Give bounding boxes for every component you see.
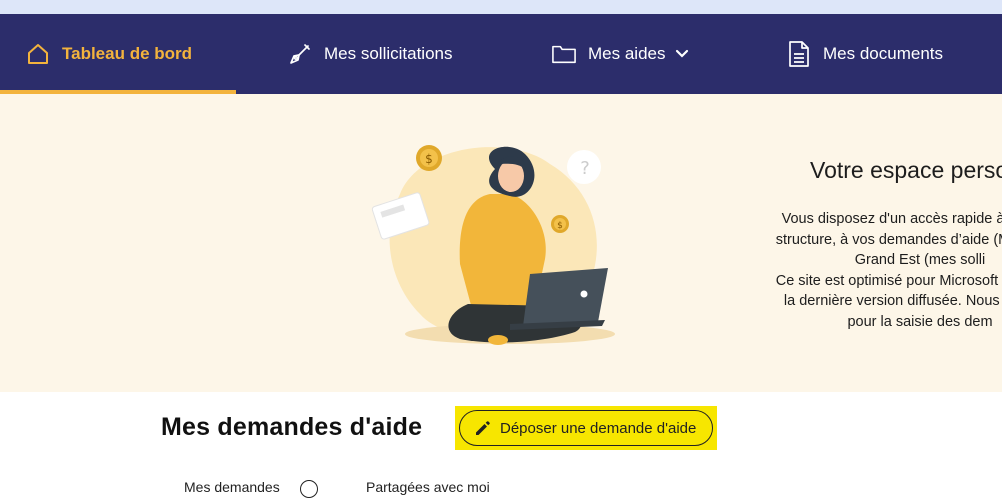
section-title-mes-demandes: Mes demandes d'aide: [161, 413, 423, 441]
home-icon: [26, 42, 50, 66]
welcome-text-line: la dernière version diffusée. Nous recom…: [783, 293, 1002, 309]
woman-laptop-illustration: $ $ ?: [371, 145, 615, 345]
nav-item-mes-aides[interactable]: Mes aides: [552, 14, 689, 94]
focus-highlight: Déposer une demande d'aide: [455, 406, 717, 450]
svg-text:$: $: [557, 221, 563, 231]
tab-mes-demandes[interactable]: Mes demandes: [184, 479, 280, 495]
deposit-request-label: Déposer une demande d'aide: [500, 419, 697, 437]
nav-item-label: Tableau de bord: [62, 44, 193, 63]
top-banner-strip: [0, 0, 1002, 14]
info-icon[interactable]: [300, 480, 318, 498]
nav-item-label: Mes sollicitations: [324, 44, 453, 63]
welcome-text-line: Ce site est optimisé pour Microsoft Edge…: [775, 272, 1002, 289]
svg-text:?: ?: [580, 158, 590, 179]
folder-icon: [552, 42, 576, 66]
tab-partagees-avec-moi[interactable]: Partagées avec moi: [366, 479, 490, 495]
welcome-hero: $ $ ? Votre espace perso Vous disposez d…: [0, 94, 1002, 392]
nav-item-label: Mes documents: [823, 44, 943, 63]
nav-item-mes-sollicitations[interactable]: Mes sollicitations: [288, 14, 453, 94]
welcome-text-line: pour la saisie des dem: [847, 313, 993, 330]
chevron-down-icon[interactable]: [675, 49, 689, 59]
pen-nib-icon: [288, 42, 312, 66]
nav-item-tableau-de-bord[interactable]: Tableau de bord: [0, 14, 237, 94]
welcome-title: Votre espace perso: [810, 157, 1002, 183]
nav-item-mes-documents[interactable]: Mes documents: [787, 14, 943, 94]
welcome-text-line: Grand Est (mes solli: [854, 252, 986, 268]
welcome-text-line: structure, à vos demandes d’aide (Mes ai…: [775, 231, 1002, 248]
welcome-text: Vous disposez d'un accès rapide à vos in…: [700, 209, 1002, 332]
welcome-text-line: Vous disposez d'un accès rapide à vos in…: [781, 211, 1002, 227]
pencil-icon: [474, 419, 492, 437]
document-icon: [787, 41, 811, 67]
svg-text:$: $: [425, 152, 433, 166]
main-nav: Tableau de bord Mes sollicitations Mes a…: [0, 14, 1002, 94]
deposit-request-button[interactable]: Déposer une demande d'aide: [459, 410, 713, 446]
nav-item-label: Mes aides: [588, 44, 666, 63]
